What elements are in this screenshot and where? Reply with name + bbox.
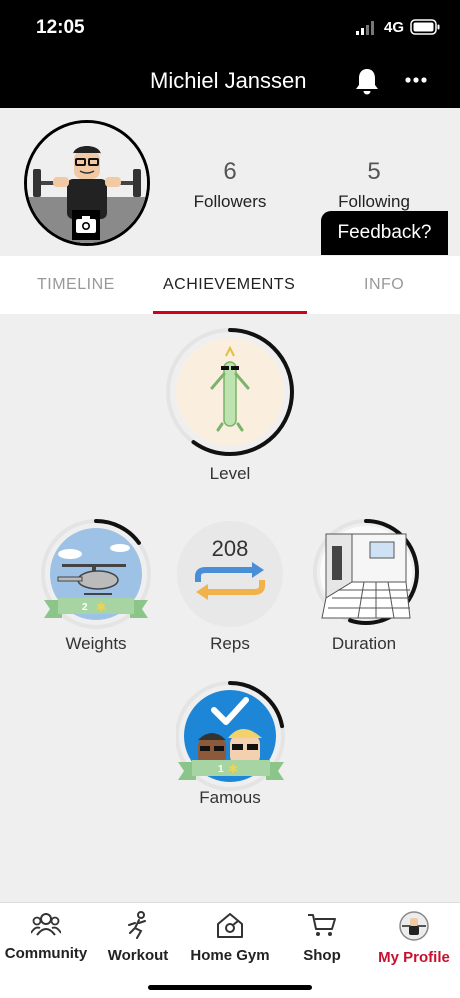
feedback-button[interactable]: Feedback? — [321, 211, 448, 255]
home-indicator — [148, 985, 312, 990]
level-label: Level — [209, 464, 251, 483]
network-type: 4G — [384, 19, 405, 36]
level-badge — [166, 328, 294, 456]
following-count: 5 — [367, 158, 381, 185]
battery-icon — [410, 19, 440, 35]
nav-shop-label: Shop — [303, 947, 341, 964]
room-icon — [321, 533, 411, 619]
weights-star-icon: ✱ — [96, 600, 107, 614]
nav-community-label: Community — [4, 945, 88, 962]
nav-shop[interactable]: Shop — [276, 911, 368, 964]
nav-my-profile[interactable]: My Profile — [368, 911, 460, 966]
achievement-reps[interactable]: 208 — [176, 520, 284, 628]
reps-label: Reps — [210, 634, 250, 653]
status-bar: 12:05 4G — [0, 0, 460, 58]
tab-info[interactable]: INFO — [364, 276, 404, 294]
following-stat[interactable]: 5 Following — [309, 158, 439, 212]
famous-label: Famous — [199, 788, 261, 807]
weights-badge-level: 2 — [82, 602, 88, 613]
more-icon[interactable] — [402, 70, 432, 90]
nav-home-gym[interactable]: Home Gym — [184, 911, 276, 964]
followers-stat[interactable]: 6 Followers — [165, 158, 295, 212]
famous-badge-level: 1 — [218, 764, 224, 775]
nav-community[interactable]: Community — [0, 911, 92, 962]
profile-tabs: TIMELINE ACHIEVEMENTS INFO — [0, 256, 460, 314]
achievement-level[interactable] — [164, 326, 296, 458]
reps-count: 208 — [211, 536, 249, 561]
nav-my-profile-label: My Profile — [378, 949, 450, 966]
bell-icon[interactable] — [353, 66, 381, 96]
camera-icon[interactable] — [72, 210, 100, 240]
bottom-nav: Community Workout Home Gym Shop My Profi… — [0, 902, 460, 998]
tab-timeline[interactable]: TIMELINE — [37, 276, 115, 294]
nav-home-gym-label: Home Gym — [190, 947, 270, 964]
nav-workout-label: Workout — [107, 947, 169, 964]
following-label: Following — [338, 192, 410, 211]
community-icon — [31, 913, 61, 936]
nav-workout[interactable]: Workout — [92, 911, 184, 964]
tab-achievements[interactable]: ACHIEVEMENTS — [163, 276, 295, 294]
achievement-weights[interactable]: 2 ✱ — [40, 518, 152, 630]
cart-icon — [308, 914, 336, 936]
app-header: Michiel Janssen — [0, 58, 460, 108]
profile-avatar-icon — [399, 911, 429, 941]
followers-count: 6 — [223, 158, 237, 185]
workout-icon — [128, 911, 146, 939]
status-time: 12:05 — [36, 17, 85, 38]
achievement-duration[interactable] — [312, 518, 420, 626]
weights-label: Weights — [65, 634, 127, 653]
famous-star-icon: ✱ — [228, 762, 239, 776]
signal-icon — [356, 21, 374, 35]
home-gym-icon — [217, 913, 243, 938]
duration-label: Duration — [331, 634, 397, 653]
duration-badge — [313, 519, 419, 625]
page-title: Michiel Janssen — [150, 68, 307, 93]
achievement-famous[interactable]: 1 ✱ — [175, 680, 288, 792]
achievements-panel: Level 2 ✱ Weights 208 Reps Duration 1 ✱ … — [0, 314, 460, 902]
followers-label: Followers — [193, 192, 267, 211]
